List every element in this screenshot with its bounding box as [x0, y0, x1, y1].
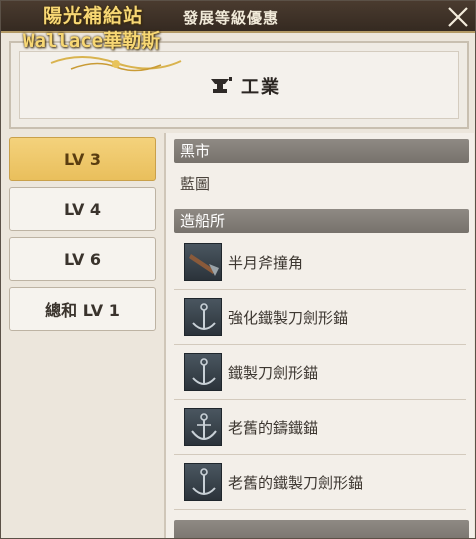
- tab-lv6[interactable]: LV 6: [9, 237, 156, 281]
- category-title: 工業: [209, 71, 281, 101]
- list-item[interactable]: 強化鐵製刀劍形錨: [174, 290, 466, 345]
- close-icon: [448, 7, 468, 27]
- anchor-icon: [184, 463, 222, 501]
- benefits-list-panel[interactable]: 黑市 藍圖 造船所 半月斧撞角 強化鐵製刀劍形錨 鐵製刀劍形錨 老舊的鑄鐵錨 老…: [164, 133, 474, 538]
- anchor-icon: [184, 408, 222, 446]
- watermark-ornament: [50, 56, 182, 72]
- close-button[interactable]: [445, 4, 471, 30]
- anvil-icon: [211, 77, 232, 93]
- section-header-shipyard: 造船所: [174, 209, 469, 233]
- section-header-partial: [174, 520, 469, 538]
- anchor-icon: [184, 353, 222, 391]
- section-header-black-market: 黑市: [174, 139, 469, 163]
- tab-lv3[interactable]: LV 3: [9, 137, 156, 181]
- level-benefits-window: 發展等級優惠 陽光補給站 Wallace華勒斯 工業 LV 3 LV 4 LV …: [0, 0, 476, 539]
- list-item[interactable]: 半月斧撞角: [174, 235, 466, 290]
- item-label: 強化鐵製刀劍形錨: [228, 308, 349, 327]
- tab-lv4[interactable]: LV 4: [9, 187, 156, 231]
- watermark-line1: 陽光補給站: [43, 5, 144, 27]
- item-label: 鐵製刀劍形錨: [228, 363, 319, 382]
- anchor-icon: [184, 298, 222, 336]
- watermark-logo: 陽光補給站 Wallace華勒斯: [1, 1, 201, 79]
- category-label: 工業: [241, 77, 281, 98]
- list-item-blueprint: 藍圖: [180, 175, 211, 193]
- item-label: 老舊的鐵製刀劍形錨: [228, 473, 364, 492]
- list-item[interactable]: 鐵製刀劍形錨: [174, 345, 466, 400]
- item-label: 半月斧撞角: [228, 253, 304, 272]
- list-item[interactable]: 老舊的鑄鐵錨: [174, 400, 466, 455]
- list-item[interactable]: 老舊的鐵製刀劍形錨: [174, 455, 466, 510]
- ram-icon: [184, 243, 222, 281]
- item-label: 老舊的鑄鐵錨: [228, 418, 319, 437]
- tab-total-lv1[interactable]: 總和 LV 1: [9, 287, 156, 331]
